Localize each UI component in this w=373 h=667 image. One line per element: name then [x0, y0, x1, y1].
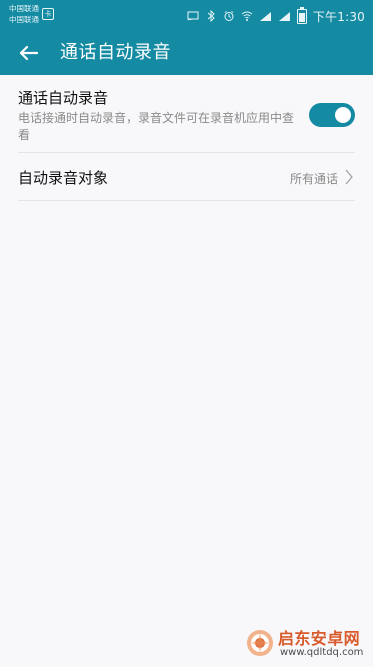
signal-icon: [259, 11, 271, 21]
settings-list: 通话自动录音 电话接通时自动录音，录音文件可在录音机应用中查看 自动录音对象 所…: [0, 75, 373, 201]
wifi-icon: [241, 11, 253, 21]
chevron-right-icon: [345, 169, 353, 185]
page-title: 通话自动录音: [60, 42, 171, 63]
record-target-label: 自动录音对象: [18, 169, 109, 187]
record-target-row[interactable]: 自动录音对象 所有通话: [18, 153, 355, 201]
app-bar: 通话自动录音: [0, 33, 373, 75]
auto-record-description: 电话接通时自动录音，录音文件可在录音机应用中查看: [18, 111, 295, 142]
status-icons: 下午1:30: [187, 6, 365, 24]
alarm-icon: [224, 11, 234, 21]
cast-icon: [187, 11, 199, 21]
back-arrow-icon: [19, 45, 39, 61]
auto-record-title: 通话自动录音: [18, 89, 109, 107]
carrier-label-2: 中国联通: [9, 15, 39, 24]
record-target-value: 所有通话: [289, 172, 338, 186]
auto-record-toggle[interactable]: [309, 103, 355, 127]
back-button[interactable]: [13, 38, 43, 68]
battery-icon: [296, 6, 307, 24]
carrier-info: 中国联通 中国联通: [9, 3, 39, 25]
status-bar: 中国联通 中国联通 卡 下午1:30: [0, 0, 373, 33]
watermark-url: www.qdltdq.com: [280, 647, 364, 658]
watermark: 启东安卓网 www.qdltdq.com: [238, 627, 370, 665]
watermark-title: 启东安卓网: [278, 629, 361, 648]
carrier-label-1: 中国联通: [9, 4, 39, 13]
sim-card-icon: 卡: [42, 8, 54, 20]
status-time: 下午1:30: [312, 9, 365, 24]
toggle-knob: [335, 107, 351, 123]
watermark-logo-icon: [247, 630, 273, 656]
sim-label: 卡: [44, 10, 52, 18]
auto-record-setting-row[interactable]: 通话自动录音 电话接通时自动录音，录音文件可在录音机应用中查看: [18, 75, 355, 153]
bluetooth-icon: [207, 10, 215, 22]
signal-icon: [278, 11, 290, 21]
